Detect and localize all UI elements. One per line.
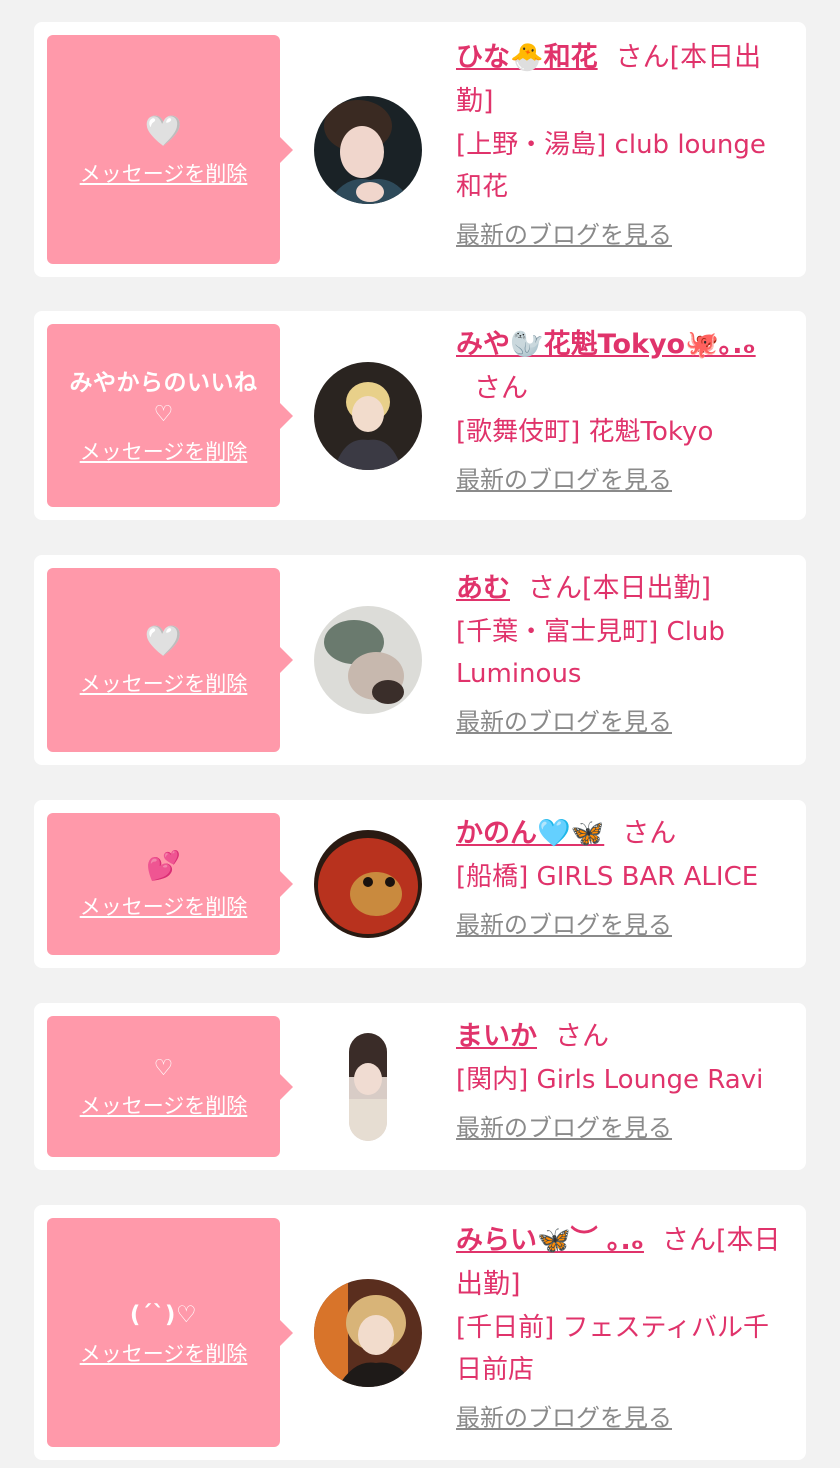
cast-info: みや🦭花魁Tokyo🐙｡.ₒ さん [歌舞伎町] 花魁Tokyo 最新のブログを見… bbox=[456, 323, 791, 497]
cast-name-link[interactable]: みらい🦋︶ ｡.ₒ bbox=[456, 1225, 644, 1256]
honorific: さん bbox=[615, 42, 670, 73]
message-bubble: みやからのいいね ♡ メッセージを削除 bbox=[47, 324, 293, 507]
delete-message-link[interactable]: メッセージを削除 bbox=[80, 668, 248, 698]
honorific: さん bbox=[622, 818, 677, 849]
delete-message-link[interactable]: メッセージを削除 bbox=[80, 1090, 248, 1120]
white-heart-icon: 🤍 bbox=[144, 113, 183, 149]
message-text: (ˊˋ)♡ bbox=[129, 1301, 198, 1328]
two-hearts-icon: 💕 bbox=[146, 849, 181, 882]
cast-info: ひな🐣和花 さん[本日出勤] [上野・湯島] club lounge 和花 最新の… bbox=[456, 36, 791, 252]
message-bubble: ♡ メッセージを削除 bbox=[47, 1016, 293, 1157]
honorific: さん bbox=[474, 373, 528, 404]
honorific: さん bbox=[528, 573, 582, 604]
cast-info: まいか さん [関内] Girls Lounge Ravi 最新のブログを見る bbox=[456, 1015, 791, 1145]
message-bubble: 🤍 メッセージを削除 bbox=[47, 35, 293, 264]
cast-name-link[interactable]: かのん🩵🦋 bbox=[456, 818, 604, 849]
cast-name-link[interactable]: あむ bbox=[456, 573, 510, 604]
message-card: 🤍 メッセージを削除 あむ さん[本日出勤] [千葉・富士見町] Club Lum… bbox=[34, 555, 806, 765]
message-card: (ˊˋ)♡ メッセージを削除 みらい🦋︶ ｡.ₒ さん[本日出勤] [千日前] フ… bbox=[34, 1205, 806, 1460]
heart-outline-icon: ♡ bbox=[153, 1055, 174, 1081]
shop-name: [歌舞伎町] 花魁Tokyo bbox=[456, 417, 714, 447]
shop-name: [千葉・富士見町] Club Luminous bbox=[456, 617, 725, 689]
heart-outline-icon: ♡ bbox=[153, 401, 174, 427]
delete-message-link[interactable]: メッセージを削除 bbox=[80, 891, 248, 921]
delete-message-link[interactable]: メッセージを削除 bbox=[80, 158, 248, 188]
latest-blog-link[interactable]: 最新のブログを見る bbox=[456, 1401, 672, 1435]
latest-blog-link[interactable]: 最新のブログを見る bbox=[456, 218, 672, 252]
message-card: みやからのいいね ♡ メッセージを削除 みや🦭花魁Tokyo🐙｡.ₒ さん [歌舞… bbox=[34, 311, 806, 520]
message-card: ♡ メッセージを削除 まいか さん [関内] Girls Lounge Ravi … bbox=[34, 1003, 806, 1170]
message-card: 💕 メッセージを削除 かのん🩵🦋 さん [船橋] GIRLS BAR ALICE … bbox=[34, 800, 806, 968]
shop-name: [上野・湯島] club lounge 和花 bbox=[456, 130, 766, 202]
delete-message-link[interactable]: メッセージを削除 bbox=[80, 436, 248, 466]
latest-blog-link[interactable]: 最新のブログを見る bbox=[456, 1111, 672, 1145]
white-heart-icon: 🤍 bbox=[144, 624, 183, 659]
avatar[interactable] bbox=[314, 830, 422, 938]
cast-name-link[interactable]: まいか bbox=[456, 1021, 537, 1052]
message-bubble: 🤍 メッセージを削除 bbox=[47, 568, 293, 752]
honorific: さん bbox=[661, 1225, 716, 1256]
message-card: 🤍 メッセージを削除 ひな🐣和花 さん[本日出勤] [上野・湯島] club lo… bbox=[34, 22, 806, 277]
cast-name-link[interactable]: ひな🐣和花 bbox=[456, 42, 598, 73]
cast-info: かのん🩵🦋 さん [船橋] GIRLS BAR ALICE 最新のブログを見る bbox=[456, 812, 791, 942]
message-text: みやからのいいね bbox=[69, 369, 258, 396]
avatar[interactable] bbox=[314, 362, 422, 470]
avatar[interactable] bbox=[314, 96, 422, 204]
cast-info: みらい🦋︶ ｡.ₒ さん[本日出勤] [千日前] フェスティバル千日前店 最新のブ… bbox=[456, 1219, 791, 1435]
avatar[interactable] bbox=[314, 1279, 422, 1387]
message-bubble: (ˊˋ)♡ メッセージを削除 bbox=[47, 1218, 293, 1447]
cast-info: あむ さん[本日出勤] [千葉・富士見町] Club Luminous 最新のブロ… bbox=[456, 567, 791, 739]
shop-name: [船橋] GIRLS BAR ALICE bbox=[456, 862, 759, 892]
honorific: さん bbox=[555, 1021, 609, 1052]
work-status: [本日出勤] bbox=[582, 573, 712, 604]
delete-message-link[interactable]: メッセージを削除 bbox=[80, 1338, 248, 1368]
shop-name: [千日前] フェスティバル千日前店 bbox=[456, 1313, 769, 1385]
avatar[interactable] bbox=[314, 606, 422, 714]
message-list: 🤍 メッセージを削除 ひな🐣和花 さん[本日出勤] [上野・湯島] club lo… bbox=[0, 0, 840, 1468]
latest-blog-link[interactable]: 最新のブログを見る bbox=[456, 908, 672, 942]
message-bubble: 💕 メッセージを削除 bbox=[47, 813, 293, 955]
latest-blog-link[interactable]: 最新のブログを見る bbox=[456, 705, 672, 739]
shop-name: [関内] Girls Lounge Ravi bbox=[456, 1065, 764, 1095]
cast-name-link[interactable]: みや🦭花魁Tokyo🐙｡.ₒ bbox=[456, 329, 756, 360]
avatar[interactable] bbox=[349, 1033, 387, 1141]
latest-blog-link[interactable]: 最新のブログを見る bbox=[456, 463, 672, 497]
